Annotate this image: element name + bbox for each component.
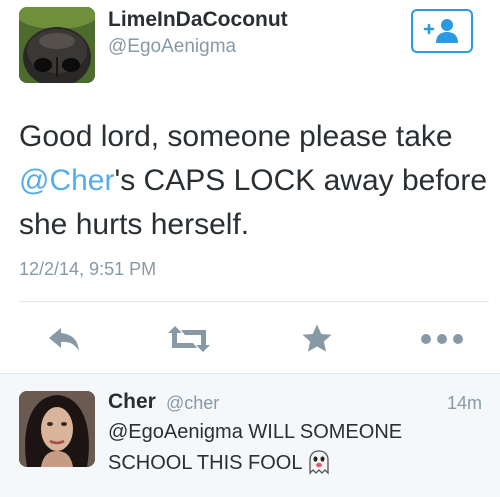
reply-author-handle[interactable]: @cher — [166, 393, 219, 414]
main-tweet: LimeInDaCoconut @EgoAenigma Good lord, s… — [0, 0, 500, 373]
follow-user-plus-icon — [423, 19, 458, 43]
retweet-icon — [168, 326, 210, 352]
reply-author-name[interactable]: Cher — [108, 390, 156, 414]
star-icon — [302, 324, 332, 352]
author-handle[interactable]: @EgoAenigma — [108, 36, 236, 58]
author-display-name[interactable]: LimeInDaCoconut — [108, 8, 288, 32]
avatar[interactable] — [19, 7, 95, 83]
favorite-button[interactable] — [298, 322, 336, 356]
divider — [19, 301, 489, 302]
ghost-emoji-icon — [306, 449, 332, 485]
reply-text: @EgoAenigma WILL SOMEONE SCHOOL THIS FOO… — [108, 417, 478, 485]
reply-text-content: @EgoAenigma WILL SOMEONE SCHOOL THIS FOO… — [108, 421, 403, 474]
reply-icon — [49, 328, 79, 351]
more-dots-icon — [421, 334, 463, 344]
more-options-button[interactable] — [420, 322, 464, 356]
reply-avatar[interactable] — [19, 391, 95, 467]
reply-tweet[interactable]: Cher @cher 14m @EgoAenigma WILL SOMEONE … — [0, 373, 500, 497]
reply-button[interactable] — [44, 322, 84, 356]
mention-link[interactable]: @Cher — [19, 164, 114, 197]
follow-button[interactable] — [411, 9, 473, 53]
tweet-text-before: Good lord, someone please take — [19, 120, 453, 153]
tweet-text: Good lord, someone please take @Cher's C… — [19, 115, 489, 247]
reply-time: 14m — [446, 393, 482, 413]
cher-avatar-image — [19, 391, 95, 467]
tweet-timestamp: 12/2/14, 9:51 PM — [19, 259, 157, 279]
retweet-button[interactable] — [165, 322, 213, 356]
dog-nose-avatar-image — [19, 7, 95, 83]
